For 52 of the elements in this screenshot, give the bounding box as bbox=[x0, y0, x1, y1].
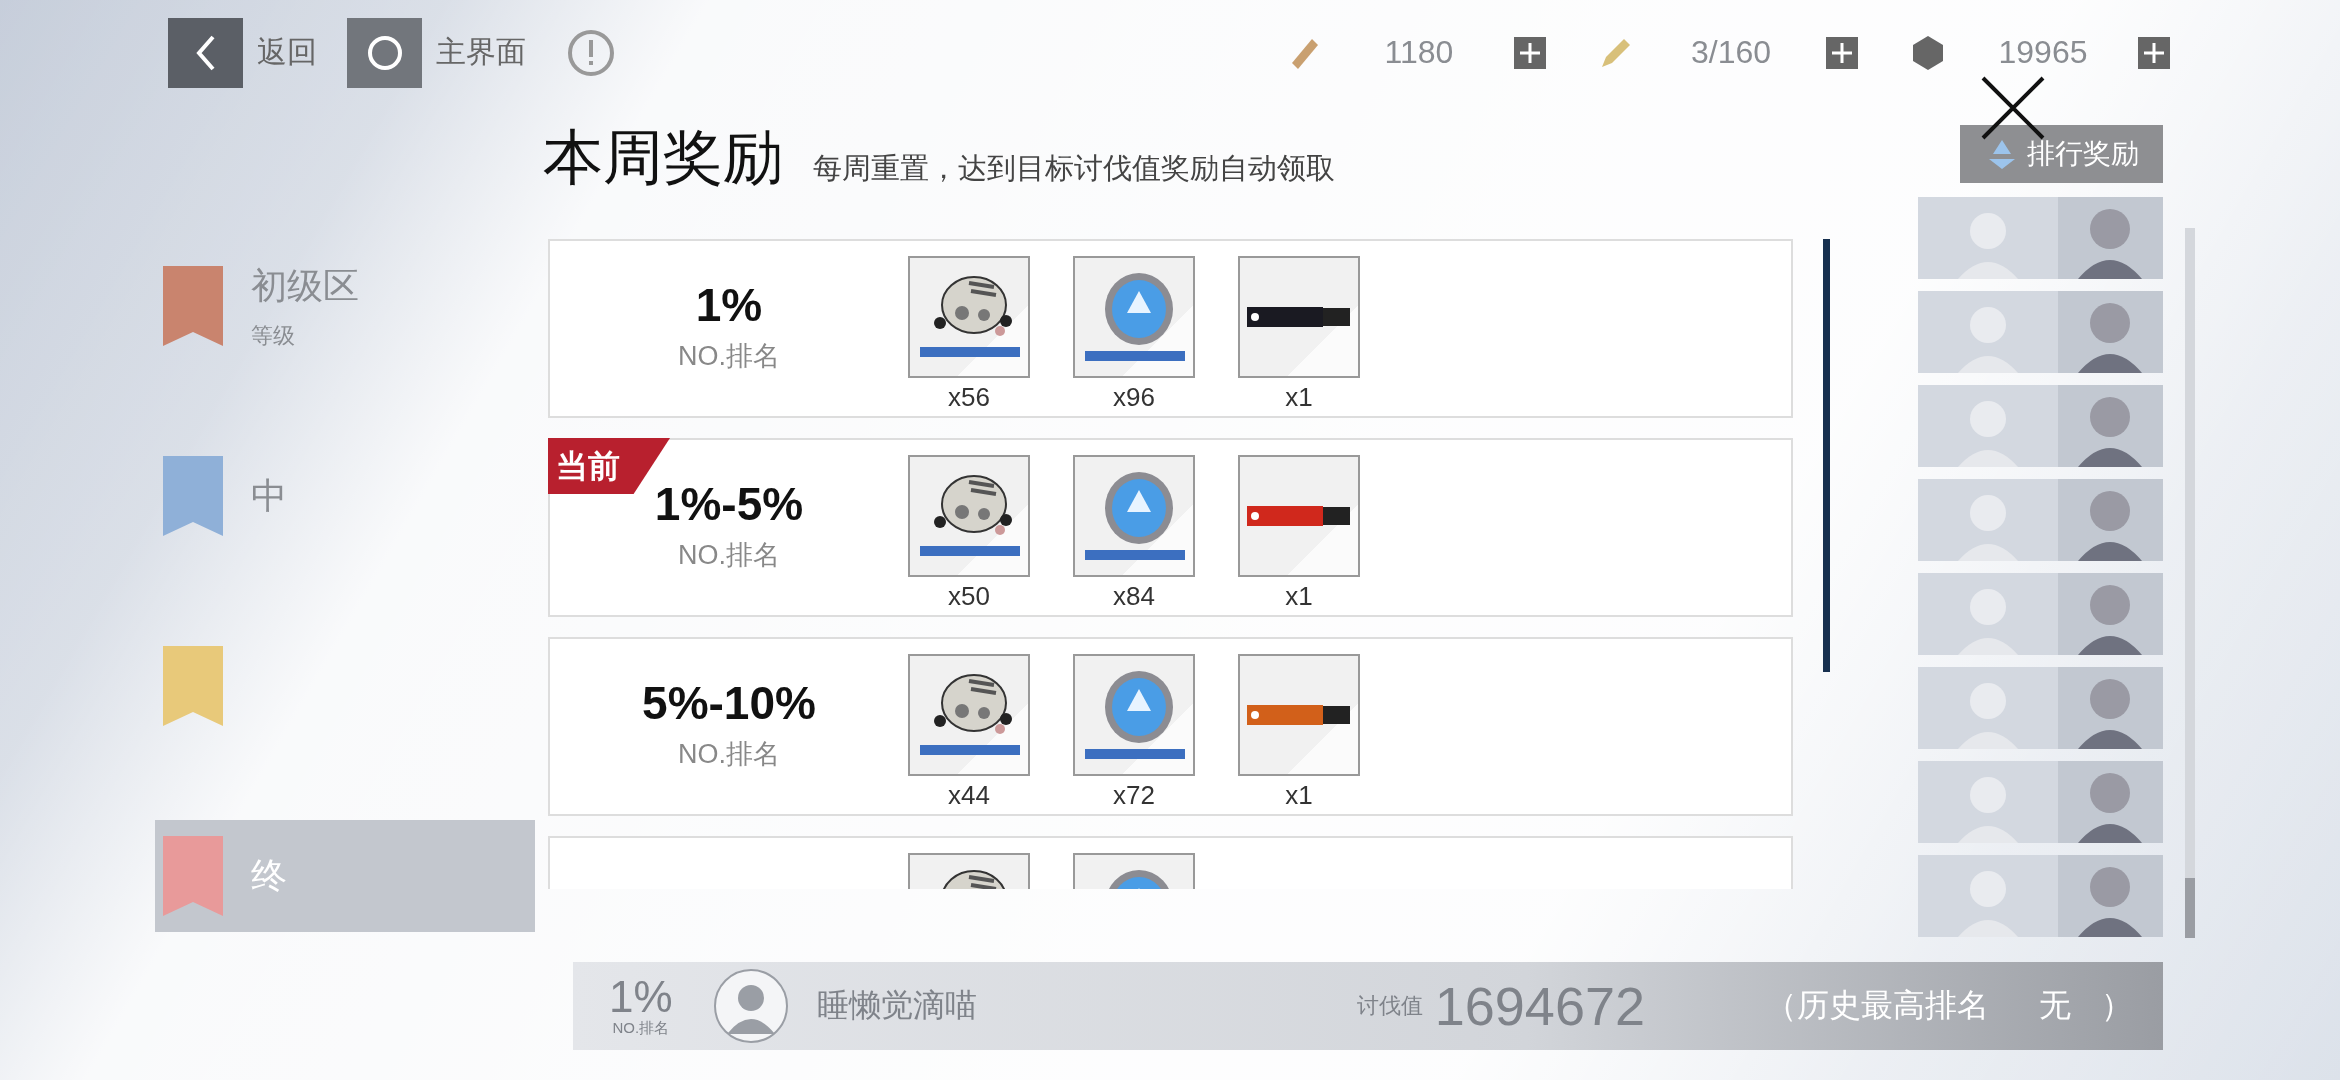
item-count: x96 bbox=[1113, 382, 1155, 413]
item-count: x1 bbox=[1285, 382, 1313, 413]
rank-label: NO.排名 bbox=[678, 738, 780, 771]
item-count: x84 bbox=[1113, 581, 1155, 612]
item-slot[interactable] bbox=[1238, 455, 1360, 577]
close-icon[interactable] bbox=[1980, 75, 2046, 141]
sidebar-item[interactable]: 初级区 等级 bbox=[155, 250, 535, 362]
item-count: x56 bbox=[948, 382, 990, 413]
score-label: 讨伐值 bbox=[1356, 992, 1423, 1020]
item-count: x50 bbox=[948, 581, 990, 612]
modal-subtitle: 每周重置，达到目标讨伐值奖励自动领取 bbox=[813, 151, 1335, 186]
home-button[interactable] bbox=[347, 17, 422, 88]
ranking-reward-button[interactable]: 排行奖励 bbox=[1960, 125, 2163, 183]
sidebar-item[interactable]: 终 bbox=[155, 820, 535, 932]
item-slot[interactable] bbox=[908, 455, 1030, 577]
rank-range: 5%-10% bbox=[642, 676, 816, 730]
avatar-icon bbox=[712, 968, 789, 1044]
back-button[interactable] bbox=[168, 17, 243, 88]
rank-range: 1% bbox=[695, 278, 763, 332]
sidebar-title: 终 bbox=[251, 853, 287, 898]
item-slot[interactable] bbox=[1238, 654, 1360, 776]
sidebar-item[interactable]: 中 bbox=[155, 440, 535, 552]
home-label: 主界面 bbox=[436, 34, 526, 70]
item-slot[interactable] bbox=[908, 654, 1030, 776]
modal-title: 本周奖励 bbox=[543, 123, 783, 193]
player-rank: 1% bbox=[609, 974, 673, 1019]
scrollbar[interactable] bbox=[2185, 228, 2195, 938]
rank-label: NO.排名 bbox=[678, 539, 780, 572]
item-count: x44 bbox=[948, 780, 990, 811]
best-rank-value: 无 bbox=[2039, 986, 2071, 1025]
item-count: x1 bbox=[1285, 581, 1313, 612]
sidebar-title: 初级区 bbox=[251, 263, 359, 308]
closing-parenthesis: ） bbox=[2101, 986, 2133, 1025]
item-count: x72 bbox=[1113, 780, 1155, 811]
sidebar-subtitle: 等级 bbox=[251, 321, 296, 350]
resource-value: 19965 bbox=[1997, 34, 2089, 71]
plus-icon[interactable] bbox=[1826, 36, 1858, 69]
best-rank-label: （历史最高排名 bbox=[1765, 986, 1989, 1025]
sidebar-title: 中 bbox=[251, 473, 287, 518]
player-name: 睡懒觉滴喵 bbox=[816, 986, 977, 1025]
item-count: x1 bbox=[1285, 780, 1313, 811]
score-value: 1694672 bbox=[1434, 975, 1645, 1037]
item-slot[interactable] bbox=[908, 256, 1030, 378]
resource-value: 3/160 bbox=[1689, 34, 1773, 71]
plus-icon[interactable] bbox=[2138, 36, 2170, 69]
plus-icon[interactable] bbox=[1514, 36, 1546, 69]
rank-label: NO.排名 bbox=[678, 340, 780, 373]
info-icon[interactable] bbox=[566, 27, 616, 78]
back-label: 返回 bbox=[257, 34, 317, 70]
player-rank-label: NO.排名 bbox=[612, 1018, 670, 1038]
resource-value: 1180 bbox=[1383, 34, 1455, 71]
item-slot[interactable] bbox=[1238, 256, 1360, 378]
